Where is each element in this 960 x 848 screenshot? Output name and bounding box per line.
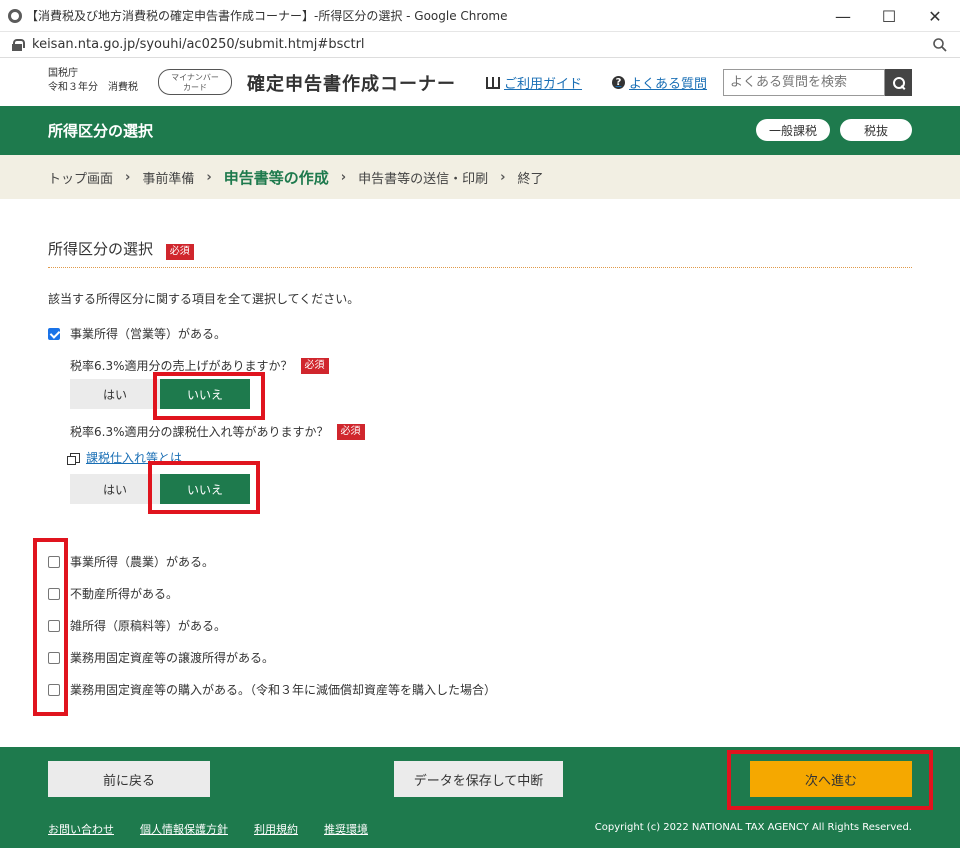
- site-header: 国税庁 令和３年分 消費税 マイナンバー カード 確定申告書作成コーナー ご利用…: [0, 58, 960, 106]
- footer-link-contact[interactable]: お問い合わせ: [48, 821, 114, 837]
- footer: 前に戻る データを保存して中断 次へ進む お問い合わせ 個人情報保護方針 利用規…: [0, 747, 960, 848]
- chevron-right-icon: ›: [500, 169, 506, 185]
- instruction-text: 該当する所得区分に関する項目を全て選択してください。: [48, 292, 360, 306]
- checkbox-label[interactable]: 業務用固定資産等の購入がある。（令和３年に減価償却資産等を購入した場合）: [70, 681, 496, 698]
- section-divider: [48, 267, 912, 268]
- footer-link-privacy[interactable]: 個人情報保護方針: [140, 821, 228, 837]
- page-title-bar: 所得区分の選択 一般課税 税抜: [0, 106, 960, 155]
- lock-icon: [12, 38, 25, 51]
- highlight-box: [153, 372, 265, 420]
- faq-link-label[interactable]: よくある質問: [629, 73, 707, 92]
- close-icon[interactable]: ✕: [912, 0, 958, 32]
- checkbox-label[interactable]: 不動産所得がある。: [70, 585, 178, 602]
- checkbox-label[interactable]: 雑所得（原稿料等）がある。: [70, 617, 226, 634]
- agency-name: 国税庁: [48, 68, 78, 79]
- highlight-box: [727, 750, 933, 810]
- chevron-right-icon: ›: [340, 169, 347, 185]
- breadcrumb-step: 終了: [517, 171, 544, 187]
- required-badge: 必須: [165, 244, 194, 260]
- highlight-box: [33, 538, 68, 716]
- checkbox-label[interactable]: 業務用固定資産等の譲渡所得がある。: [70, 649, 274, 666]
- highlight-box: [148, 461, 260, 514]
- agency-info: 国税庁 令和３年分 消費税: [48, 67, 138, 95]
- site-favicon-icon: [8, 8, 22, 23]
- checkbox-misc-income[interactable]: 雑所得（原稿料等）がある。: [48, 617, 226, 634]
- footer-link-environment[interactable]: 推奨環境: [324, 821, 368, 837]
- mynumber-label-1: マイナンバー: [171, 73, 219, 82]
- checkbox-business-income[interactable]: 事業所得（営業等）がある。: [48, 325, 226, 342]
- book-icon: [486, 76, 500, 89]
- address-bar[interactable]: keisan.nta.go.jp/syouhi/ac0250/submit.ht…: [0, 32, 960, 58]
- back-button[interactable]: 前に戻る: [48, 761, 210, 797]
- question-icon: ?: [612, 76, 625, 89]
- section-heading-text: 所得区分の選択: [48, 240, 154, 258]
- required-badge: 必須: [300, 357, 329, 374]
- footer-links: お問い合わせ 個人情報保護方針 利用規約 推奨環境: [48, 821, 368, 837]
- url-text[interactable]: keisan.nta.go.jp/syouhi/ac0250/submit.ht…: [32, 37, 365, 52]
- browser-titlebar: 【消費税及び地方消費税の確定申告書作成コーナー】-所得区分の選択 - Googl…: [0, 0, 960, 32]
- window-title: 【消費税及び地方消費税の確定申告書作成コーナー】-所得区分の選択 - Googl…: [26, 9, 508, 23]
- site-title: 確定申告書作成コーナー: [247, 74, 456, 95]
- page-title: 所得区分の選択: [48, 122, 154, 140]
- required-badge: 必須: [336, 423, 365, 440]
- tax-year: 令和３年分 消費税: [48, 82, 138, 93]
- search-button[interactable]: [885, 69, 912, 96]
- checkbox[interactable]: [48, 327, 60, 340]
- question-text: 税率6.3%適用分の課税仕入れ等がありますか？: [70, 425, 329, 439]
- breadcrumb-current-step: 申告書等の作成: [223, 168, 329, 187]
- purchases-yes-button[interactable]: はい: [70, 474, 160, 504]
- copyright: Copyright (c) 2022 NATIONAL TAX AGENCY A…: [594, 822, 912, 833]
- guide-link[interactable]: ご利用ガイド: [486, 73, 582, 92]
- breadcrumb-step: 申告書等の送信・印刷: [358, 171, 489, 187]
- maximize-icon[interactable]: ☐: [866, 0, 912, 32]
- chevron-right-icon: ›: [206, 169, 212, 185]
- popup-window-icon: [67, 452, 80, 465]
- minimize-icon[interactable]: —: [820, 0, 866, 32]
- breadcrumb: トップ画面 › 事前準備 › 申告書等の作成 › 申告書等の送信・印刷 › 終了: [0, 155, 960, 199]
- search-icon: [892, 76, 905, 89]
- mynumber-card-badge: マイナンバー カード: [158, 69, 232, 95]
- question-purchases: 税率6.3%適用分の課税仕入れ等がありますか？ 必須: [70, 423, 365, 440]
- chevron-right-icon: ›: [125, 169, 131, 185]
- general-taxation-badge: 一般課税: [756, 119, 830, 141]
- tax-exclusive-badge: 税抜: [840, 119, 912, 141]
- checkbox-agriculture-income[interactable]: 事業所得（農業）がある。: [48, 553, 214, 570]
- sales-yes-button[interactable]: はい: [70, 379, 160, 409]
- checkbox-label[interactable]: 事業所得（農業）がある。: [70, 553, 214, 570]
- checkbox-asset-purchase[interactable]: 業務用固定資産等の購入がある。（令和３年に減価償却資産等を購入した場合）: [48, 681, 496, 698]
- checkbox-label[interactable]: 事業所得（営業等）がある。: [70, 325, 226, 342]
- section-heading: 所得区分の選択 必須: [48, 238, 194, 260]
- mynumber-label-2: カード: [183, 83, 207, 92]
- breadcrumb-step: トップ画面: [48, 171, 114, 187]
- checkbox-asset-transfer-income[interactable]: 業務用固定資産等の譲渡所得がある。: [48, 649, 274, 666]
- faq-search-input[interactable]: [723, 69, 885, 96]
- zoom-icon[interactable]: [932, 37, 948, 53]
- breadcrumb-step: 事前準備: [142, 171, 195, 187]
- save-and-suspend-button[interactable]: データを保存して中断: [394, 761, 563, 797]
- footer-link-terms[interactable]: 利用規約: [254, 821, 298, 837]
- guide-link-label[interactable]: ご利用ガイド: [504, 73, 582, 92]
- faq-link[interactable]: ? よくある質問: [612, 73, 707, 92]
